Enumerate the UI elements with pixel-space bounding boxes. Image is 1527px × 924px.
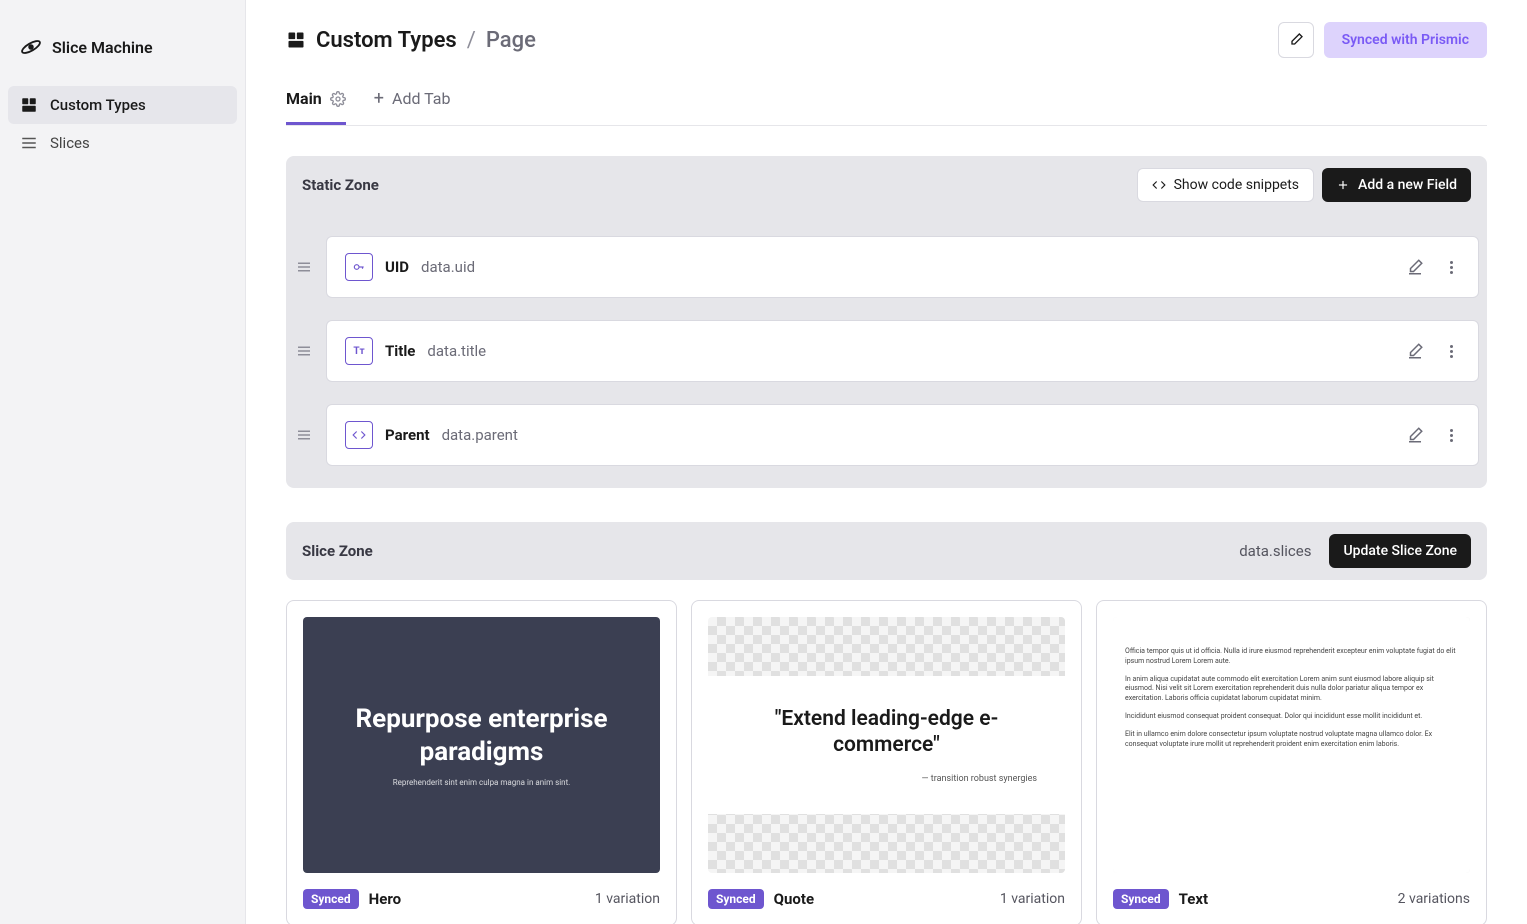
synced-badge: Synced [303, 889, 359, 909]
static-fields-list: UID data.uid [286, 214, 1487, 488]
update-slice-zone-button[interactable]: Update Slice Zone [1329, 534, 1471, 568]
pencil-icon[interactable] [1406, 426, 1424, 444]
quote-preview-text: "Extend leading-edge e-commerce" [728, 706, 1045, 759]
drag-handle-icon[interactable] [294, 342, 314, 360]
button-label: Add a new Field [1358, 177, 1457, 193]
key-icon [345, 253, 373, 281]
sync-status-badge: Synced with Prismic [1324, 22, 1487, 58]
breadcrumb-icon [286, 30, 306, 50]
breadcrumb-page: Page [486, 28, 536, 53]
more-icon[interactable] [1442, 342, 1460, 360]
field-card-title: Tт Title data.title [326, 320, 1479, 382]
slice-preview: Officia tempor quis ut id officia. Nulla… [1113, 617, 1470, 873]
hero-preview-subtitle: Reprehenderit sint enim culpa magna in a… [393, 778, 571, 787]
zone-title: Static Zone [302, 176, 379, 194]
field-api-id: data.title [427, 342, 486, 360]
app-title: Slice Machine [52, 38, 153, 57]
slices-icon [20, 134, 38, 152]
tabs-bar: Main + Add Tab [286, 78, 1487, 126]
nav-label: Slices [50, 134, 90, 152]
zone-title: Slice Zone [302, 542, 373, 560]
slice-zone-header: Slice Zone data.slices Update Slice Zone [286, 522, 1487, 580]
tab-add-label: Add Tab [392, 89, 451, 108]
slice-card-quote[interactable]: "Extend leading-edge e-commerce" — trans… [691, 600, 1082, 924]
gear-icon[interactable] [330, 91, 346, 107]
synced-badge: Synced [1113, 889, 1169, 909]
header-actions: Synced with Prismic [1278, 22, 1487, 58]
slice-variations: 1 variation [1000, 891, 1065, 907]
app-logo-icon [20, 36, 42, 58]
plus-icon: + [374, 88, 384, 109]
drag-handle-icon[interactable] [294, 258, 314, 276]
pencil-icon[interactable] [1406, 342, 1424, 360]
field-name: Title [385, 342, 415, 360]
field-row: UID data.uid [294, 236, 1479, 298]
field-name: UID [385, 258, 409, 276]
slice-preview: Repurpose enterprise paradigms Reprehend… [303, 617, 660, 873]
slice-variations: 2 variations [1398, 891, 1470, 907]
drag-handle-icon[interactable] [294, 426, 314, 444]
field-api-id: data.parent [442, 426, 518, 444]
slice-name: Quote [774, 890, 814, 908]
field-card-parent: Parent data.parent [326, 404, 1479, 466]
sidebar: Slice Machine Custom Types Slices [0, 0, 246, 924]
text-preview-p: Incididunt eiusmod consequat proident co… [1125, 712, 1458, 722]
slice-variations: 1 variation [595, 891, 660, 907]
slice-footer: Synced Text 2 variations [1113, 889, 1470, 909]
field-name: Parent [385, 426, 430, 444]
more-icon[interactable] [1442, 426, 1460, 444]
slice-zone-section: Slice Zone data.slices Update Slice Zone… [286, 522, 1487, 924]
text-preview-p: In anim aliqua cupidatat aute commodo el… [1125, 675, 1458, 704]
slice-zone-actions: data.slices Update Slice Zone [1239, 534, 1471, 568]
nav-custom-types[interactable]: Custom Types [8, 86, 237, 124]
slice-name: Hero [369, 890, 401, 908]
breadcrumb-section: Custom Types [316, 28, 457, 53]
app-logo-row: Slice Machine [8, 24, 237, 86]
slice-card-text[interactable]: Officia tempor quis ut id officia. Nulla… [1096, 600, 1487, 924]
text-preview-p: Elit in ullamco enim dolore consectetur … [1125, 730, 1458, 750]
tab-main[interactable]: Main [286, 79, 346, 125]
field-row: Parent data.parent [294, 404, 1479, 466]
hero-preview-title: Repurpose enterprise paradigms [323, 703, 640, 768]
breadcrumb: Custom Types / Page [286, 28, 536, 53]
add-field-button[interactable]: Add a new Field [1322, 168, 1471, 202]
slice-zone-api: data.slices [1239, 542, 1311, 560]
main-content: Custom Types / Page Synced with Prismic … [246, 0, 1527, 924]
synced-badge: Synced [708, 889, 764, 909]
slice-footer: Synced Hero 1 variation [303, 889, 660, 909]
edit-button[interactable] [1278, 22, 1314, 58]
button-label: Show code snippets [1174, 177, 1299, 193]
static-zone-section: Static Zone Show code snippets Add a new… [286, 156, 1487, 488]
slice-preview: "Extend leading-edge e-commerce" — trans… [708, 617, 1065, 873]
slice-card-hero[interactable]: Repurpose enterprise paradigms Reprehend… [286, 600, 677, 924]
static-zone-actions: Show code snippets Add a new Field [1137, 168, 1471, 202]
custom-types-icon [20, 96, 38, 114]
more-icon[interactable] [1442, 258, 1460, 276]
pencil-icon[interactable] [1406, 258, 1424, 276]
nav-label: Custom Types [50, 96, 146, 114]
slice-footer: Synced Quote 1 variation [708, 889, 1065, 909]
breadcrumb-separator: / [467, 28, 476, 53]
field-row: Tт Title data.title [294, 320, 1479, 382]
button-label: Update Slice Zone [1343, 543, 1457, 559]
static-zone-header: Static Zone Show code snippets Add a new… [286, 156, 1487, 214]
page-header: Custom Types / Page Synced with Prismic [286, 22, 1487, 58]
show-snippets-button[interactable]: Show code snippets [1137, 168, 1314, 202]
slice-grid: Repurpose enterprise paradigms Reprehend… [286, 600, 1487, 924]
quote-preview-attribution: — transition robust synergies [728, 774, 1045, 784]
field-card-uid: UID data.uid [326, 236, 1479, 298]
text-icon: Tт [345, 337, 373, 365]
text-preview-p: Officia tempor quis ut id officia. Nulla… [1125, 647, 1458, 667]
nav-slices[interactable]: Slices [8, 124, 237, 162]
slice-name: Text [1179, 890, 1208, 908]
tab-label: Main [286, 89, 322, 108]
link-icon [345, 421, 373, 449]
field-api-id: data.uid [421, 258, 475, 276]
tab-add[interactable]: + Add Tab [374, 78, 451, 126]
